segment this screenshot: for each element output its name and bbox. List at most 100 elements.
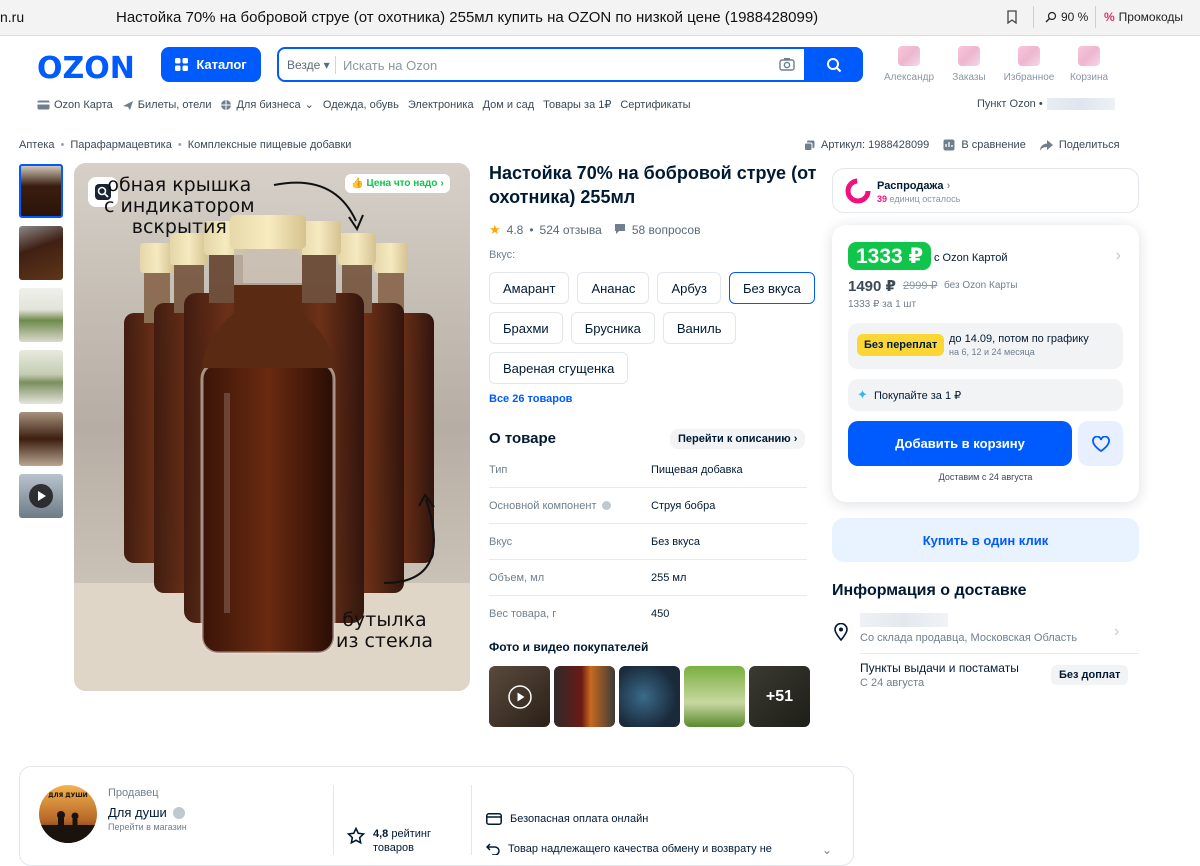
nav-home[interactable]: Дом и сад [483,99,535,111]
thumbnail-1[interactable] [19,164,63,218]
search-input[interactable] [343,53,763,77]
breadcrumb-item[interactable]: Аптека [19,139,55,151]
reviews-link[interactable]: 524 отзыва [540,223,602,237]
add-to-cart-button[interactable]: Добавить в корзину [848,421,1072,466]
rating-row[interactable]: ★ 4.8 • 524 отзыва 58 вопросов [489,222,700,238]
all-goods-link[interactable]: Все 26 товаров [489,393,572,405]
chevron-down-icon[interactable]: ⌄ [822,843,832,857]
article-number[interactable]: Артикул: 1988428099 [804,139,929,151]
nav-electronics[interactable]: Электроника [408,99,474,111]
to-description-button[interactable]: Перейти к описанию › [670,429,806,449]
no-card-label: без Ozon Карты [944,280,1018,291]
customer-photos-more[interactable]: +51 [749,666,810,727]
percent-icon: % [1104,10,1115,24]
taste-option[interactable]: Ваниль [662,312,736,344]
chevron-right-icon[interactable]: › [1116,247,1121,265]
customer-photo[interactable] [554,666,615,727]
seller-logo: ДЛЯ ДУШИ [39,785,97,843]
nav-tickets[interactable]: Билеты, отели [122,99,211,111]
card-icon [486,813,502,825]
video-thumbnail[interactable] [19,474,63,518]
taste-option[interactable]: Амарант [489,272,570,304]
divider [1095,6,1096,28]
thumbnail-3[interactable] [19,288,63,342]
seller-rating[interactable]: 4,8 рейтинг товаров [347,827,431,855]
product-title: Настойка 70% на бобровой струе (от охотн… [489,163,817,207]
seller-name[interactable]: Для души [108,805,185,820]
header-user[interactable]: Александр [879,46,939,83]
delivery-info-title: Информация о доставке [832,582,1027,599]
nav-business[interactable]: Для бизнеса ⌄ [220,98,314,111]
breadcrumb-item[interactable]: Парафармацевтика [70,139,171,151]
thumbs-up-icon: 👍 [351,178,364,189]
divider [333,785,334,855]
chat-icon [614,223,626,237]
nav-certificates[interactable]: Сертификаты [620,99,690,111]
thumbnail-5[interactable] [19,412,63,466]
breadcrumb-item[interactable]: Комплексные пищевые добавки [188,139,352,151]
properties-table: Тип Пищевая добавка Основной компонент Стр… [489,452,807,632]
ozon-logo[interactable]: OZON [37,51,135,86]
header-cart[interactable]: Корзина [1059,46,1119,83]
thumbnail-2[interactable] [19,226,63,280]
nav-ozon-card[interactable]: Ozon Карта [37,99,113,111]
pickup-point[interactable]: Пункт Ozon • [977,98,1115,110]
zoom-control[interactable]: 90 % [1045,10,1088,24]
header-favorites[interactable]: Избранное [999,46,1059,83]
search-button[interactable] [804,47,863,82]
url-fragment[interactable]: n.ru [0,9,24,25]
share-button[interactable]: Поделиться [1039,139,1120,151]
chevron-right-icon[interactable]: › [1114,623,1119,641]
buy-for-one-ruble[interactable]: ✦ Покупайте за 1 ₽ [848,379,1123,411]
thumbnail-4[interactable] [19,350,63,404]
per-unit-price: 1333 ₽ за 1 шт [848,299,917,310]
good-price-badge[interactable]: 👍 Цена что надо › [345,174,450,193]
catalog-button[interactable]: Каталог [161,47,261,82]
divider [1033,6,1034,28]
seller-box: ДЛЯ ДУШИ Продавец Для души Перейти в маг… [19,766,854,866]
about-title: О товаре [489,430,557,447]
guarantee-return: Товар надлежащего качества обменy и возв… [486,843,772,855]
questions-link[interactable]: 58 вопросов [632,223,701,237]
taste-option[interactable]: Арбуз [657,272,721,304]
main-product-image[interactable]: обная крышка с индикатором вскрытия буты… [74,163,470,691]
user-icon [898,46,920,66]
customer-photo[interactable] [684,666,745,727]
buy-one-click-button[interactable]: Купить в один клик [832,518,1139,562]
plane-icon [122,100,133,110]
table-row: Основной компонент Струя бобра [489,488,807,524]
store-location: Со склада продавца, Московская Область [860,632,1078,644]
avatar[interactable]: ДЛЯ ДУШИ [39,785,97,843]
nav-clothes[interactable]: Одежда, обувь [323,99,399,111]
taste-option[interactable]: Брахми [489,312,563,344]
table-row: Вес товара, г 450 [489,608,670,620]
customer-video[interactable] [489,666,550,727]
nav-1rub[interactable]: Товары за 1₽ [543,98,611,111]
taste-option[interactable]: Ананас [577,272,650,304]
taste-option[interactable]: Вареная сгущенка [489,352,629,384]
header-orders[interactable]: Заказы [939,46,999,83]
taste-option[interactable]: Брусника [570,312,655,344]
seller-label: Продавец [108,787,159,799]
installment-text: до 14.09, потом по графику [949,333,1089,345]
pickup-points[interactable]: Пункты выдачи и постаматы [860,661,1019,675]
promo-button[interactable]: % Промокоды [1104,10,1183,24]
favorite-button[interactable] [1078,421,1123,466]
search-scope-select[interactable]: Везде ▾ [287,58,330,72]
go-to-store-link[interactable]: Перейти в магазин [108,822,187,832]
customer-photo[interactable] [619,666,680,727]
chevron-right-icon: › [793,433,798,445]
camera-icon[interactable] [779,57,795,71]
taste-option-selected[interactable]: Без вкуса [728,272,815,304]
bookmark-icon[interactable] [1003,8,1021,26]
search-bar: Везде ▾ [277,47,863,82]
search-icon [826,57,841,72]
info-icon[interactable] [602,501,612,510]
sale-banner[interactable]: Распродажа › 39 единиц осталось [832,168,1139,213]
installment-tag: Без переплат [857,334,945,356]
info-icon[interactable] [172,806,185,819]
installment-block[interactable]: Без переплат до 14.09, потом по графику … [848,323,1123,369]
image-caption-top: обная крышка с индикатором вскрытия [104,174,255,238]
no-extra-badge: Без доплат [1051,665,1129,685]
compare-button[interactable]: В сравнение [943,139,1026,151]
